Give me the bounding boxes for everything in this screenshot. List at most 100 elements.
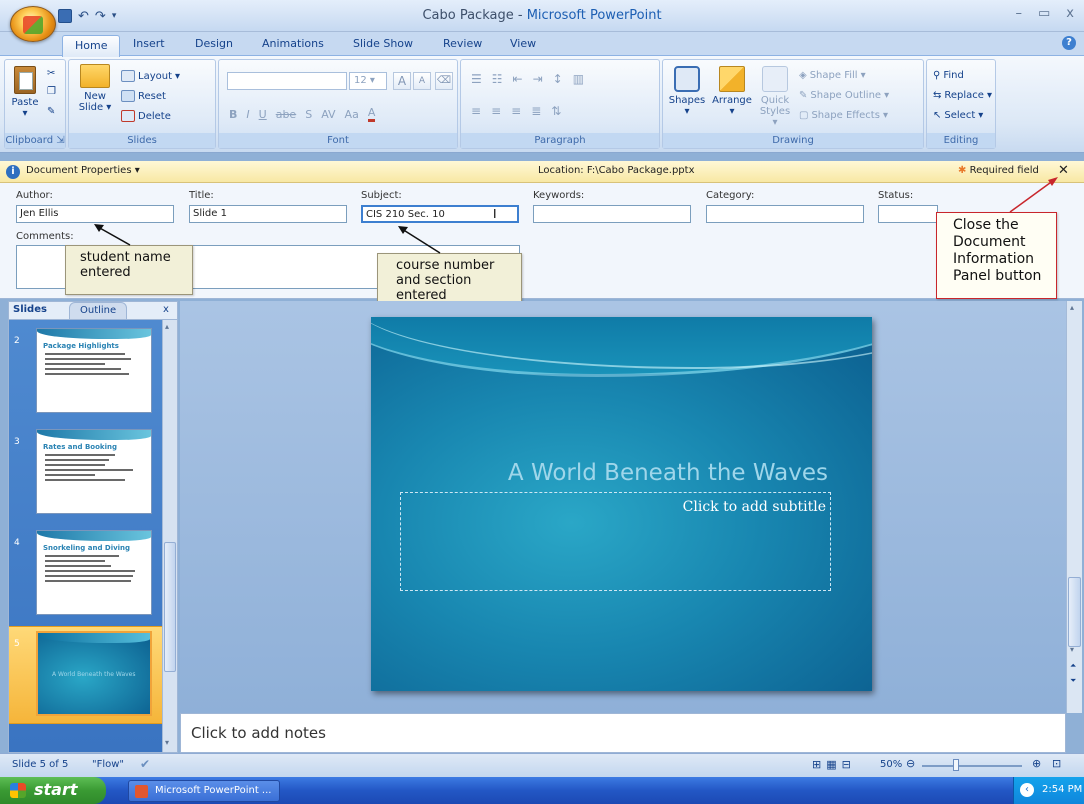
spelling-icon[interactable]: ✔ (140, 757, 150, 771)
status-bar: Slide 5 of 5 "Flow" ✔ ⊞ ▦ ⊟ 50% ⊖ ⊕ ⊡ (0, 753, 1084, 777)
zoom-in-icon[interactable]: ⊕ (1032, 757, 1041, 770)
tab-slides[interactable]: Slides (13, 304, 47, 315)
taskbar-powerpoint-button[interactable]: Microsoft PowerPoint ... (128, 780, 280, 802)
category-field[interactable] (706, 205, 864, 223)
replace-button[interactable]: ⇆ Replace ▾ (933, 90, 992, 101)
zoom-out-icon[interactable]: ⊖ (906, 757, 915, 770)
tab-outline[interactable]: Outline (69, 302, 128, 320)
copy-icon[interactable]: ❐ (47, 86, 56, 97)
increase-indent-icon[interactable]: ⇥ (533, 72, 543, 86)
current-slide[interactable]: A World Beneath the Waves Click to add s… (371, 317, 872, 691)
close-pane-button[interactable]: x (163, 304, 169, 315)
start-button[interactable]: start (0, 777, 106, 804)
next-slide-icon[interactable]: ⏷ (1070, 676, 1076, 686)
help-icon[interactable]: ? (1062, 36, 1076, 50)
text-direction-icon[interactable]: ⇅ (551, 104, 561, 118)
numbering-icon[interactable]: ☷ (492, 72, 503, 86)
select-button[interactable]: ↖ Select ▾ (933, 110, 983, 121)
notes-pane[interactable]: Click to add notes (180, 713, 1066, 753)
new-slide-button[interactable]: New Slide ▾ (75, 64, 115, 113)
maximize-button[interactable]: ▭ (1038, 6, 1050, 21)
title-field[interactable]: Slide 1 (189, 205, 347, 223)
character-spacing-button[interactable]: AV (321, 108, 335, 121)
font-color-button[interactable]: A (367, 106, 376, 122)
shape-fill-button[interactable]: ◈ Shape Fill ▾ (799, 70, 866, 81)
clear-formatting-icon[interactable]: ⌫ (435, 72, 453, 90)
slide-thumbnail[interactable]: Rates and Booking (36, 429, 152, 514)
slide-scrollbar[interactable]: ▴ ▾ ⏶ ⏷ (1066, 301, 1082, 713)
strikethrough-button[interactable]: abe (276, 108, 297, 121)
layout-button[interactable]: Layout ▾ (121, 70, 180, 82)
close-document-panel-button[interactable]: ✕ (1058, 163, 1069, 178)
scroll-up-icon[interactable]: ▴ (165, 322, 175, 332)
bold-button[interactable]: B (229, 108, 237, 121)
arrange-button[interactable]: Arrange ▾ (709, 66, 755, 117)
subtitle-placeholder[interactable]: Click to add subtitle (400, 492, 831, 591)
subject-field[interactable]: CIS 210 Sec. 10 I (361, 205, 519, 223)
line-spacing-icon[interactable]: ↕ (553, 72, 563, 86)
slide-sorter-icon[interactable]: ▦ (826, 758, 836, 771)
font-size-box[interactable]: 12 ▾ (349, 72, 387, 90)
keywords-field[interactable] (533, 205, 691, 223)
tab-slide-show[interactable]: Slide Show (353, 37, 413, 50)
zoom-slider-thumb[interactable] (953, 759, 959, 771)
scroll-up-icon[interactable]: ▴ (1070, 303, 1074, 312)
paste-button[interactable]: Paste ▾ (9, 66, 41, 119)
delete-button[interactable]: Delete (121, 110, 171, 122)
title-label: Title: (189, 190, 214, 201)
fit-to-window-icon[interactable]: ⊡ (1052, 757, 1061, 770)
scroll-down-icon[interactable]: ▾ (1070, 645, 1074, 654)
scroll-thumb[interactable] (164, 542, 176, 672)
author-label: Author: (16, 190, 53, 201)
slide-title[interactable]: A World Beneath the Waves (508, 460, 828, 486)
tab-animations[interactable]: Animations (262, 37, 324, 50)
status-field[interactable] (878, 205, 938, 223)
shrink-font-button[interactable]: A (413, 72, 431, 90)
scroll-down-icon[interactable]: ▾ (165, 738, 175, 748)
grow-font-button[interactable]: A (393, 72, 411, 90)
format-painter-icon[interactable]: ✎ (47, 106, 55, 117)
tab-home[interactable]: Home (62, 35, 121, 57)
minimize-button[interactable]: – (1016, 6, 1023, 21)
slide-thumbnail[interactable]: Package Highlights (36, 328, 152, 413)
bullets-icon[interactable]: ☰ (471, 72, 482, 86)
normal-view-icon[interactable]: ⊞ (812, 758, 821, 771)
slide-thumbnail[interactable]: Snorkeling and Diving (36, 530, 152, 615)
quick-styles-button[interactable]: Quick Styles ▾ (757, 66, 793, 128)
slide-thumbnail-selected[interactable]: A World Beneath the Waves (36, 631, 152, 716)
tray-expand-icon[interactable]: ‹ (1020, 783, 1034, 797)
clipboard-group-label: Clipboard ⇲ (5, 133, 65, 148)
tab-insert[interactable]: Insert (133, 37, 165, 50)
zoom-level[interactable]: 50% (880, 759, 902, 770)
underline-button[interactable]: U (259, 108, 267, 121)
decrease-indent-icon[interactable]: ⇤ (513, 72, 523, 86)
align-right-icon[interactable]: ≡ (511, 104, 521, 118)
shapes-button[interactable]: Shapes ▾ (667, 66, 707, 117)
columns-icon[interactable]: ▥ (573, 72, 584, 86)
slides-pane-scrollbar[interactable]: ▴ ▾ (162, 320, 177, 752)
change-case-button[interactable]: Aa (345, 108, 359, 121)
close-button[interactable]: x (1066, 6, 1074, 21)
tab-review[interactable]: Review (443, 37, 482, 50)
binoculars-icon: ⚲ (933, 70, 941, 81)
previous-slide-icon[interactable]: ⏶ (1070, 661, 1076, 671)
document-properties-dropdown[interactable]: Document Properties ▾ (26, 165, 140, 176)
align-left-icon[interactable]: ≡ (471, 104, 481, 118)
shape-effects-button[interactable]: ▢ Shape Effects ▾ (799, 110, 888, 121)
author-field[interactable]: Jen Ellis (16, 205, 174, 223)
shape-outline-button[interactable]: ✎ Shape Outline ▾ (799, 90, 889, 101)
slide-show-icon[interactable]: ⊟ (842, 758, 851, 771)
align-center-icon[interactable]: ≡ (491, 104, 501, 118)
office-button[interactable] (10, 6, 56, 42)
font-name-box[interactable] (227, 72, 347, 90)
shadow-button[interactable]: S (305, 108, 312, 121)
find-button[interactable]: ⚲ Find (933, 70, 964, 81)
reset-button[interactable]: Reset (121, 90, 166, 102)
zoom-slider[interactable] (922, 765, 1022, 767)
cut-icon[interactable]: ✂ (47, 68, 55, 79)
tab-design[interactable]: Design (195, 37, 233, 50)
tab-view[interactable]: View (510, 37, 536, 50)
scroll-thumb[interactable] (1068, 577, 1081, 647)
justify-icon[interactable]: ≣ (531, 104, 541, 118)
italic-button[interactable]: I (246, 108, 249, 121)
